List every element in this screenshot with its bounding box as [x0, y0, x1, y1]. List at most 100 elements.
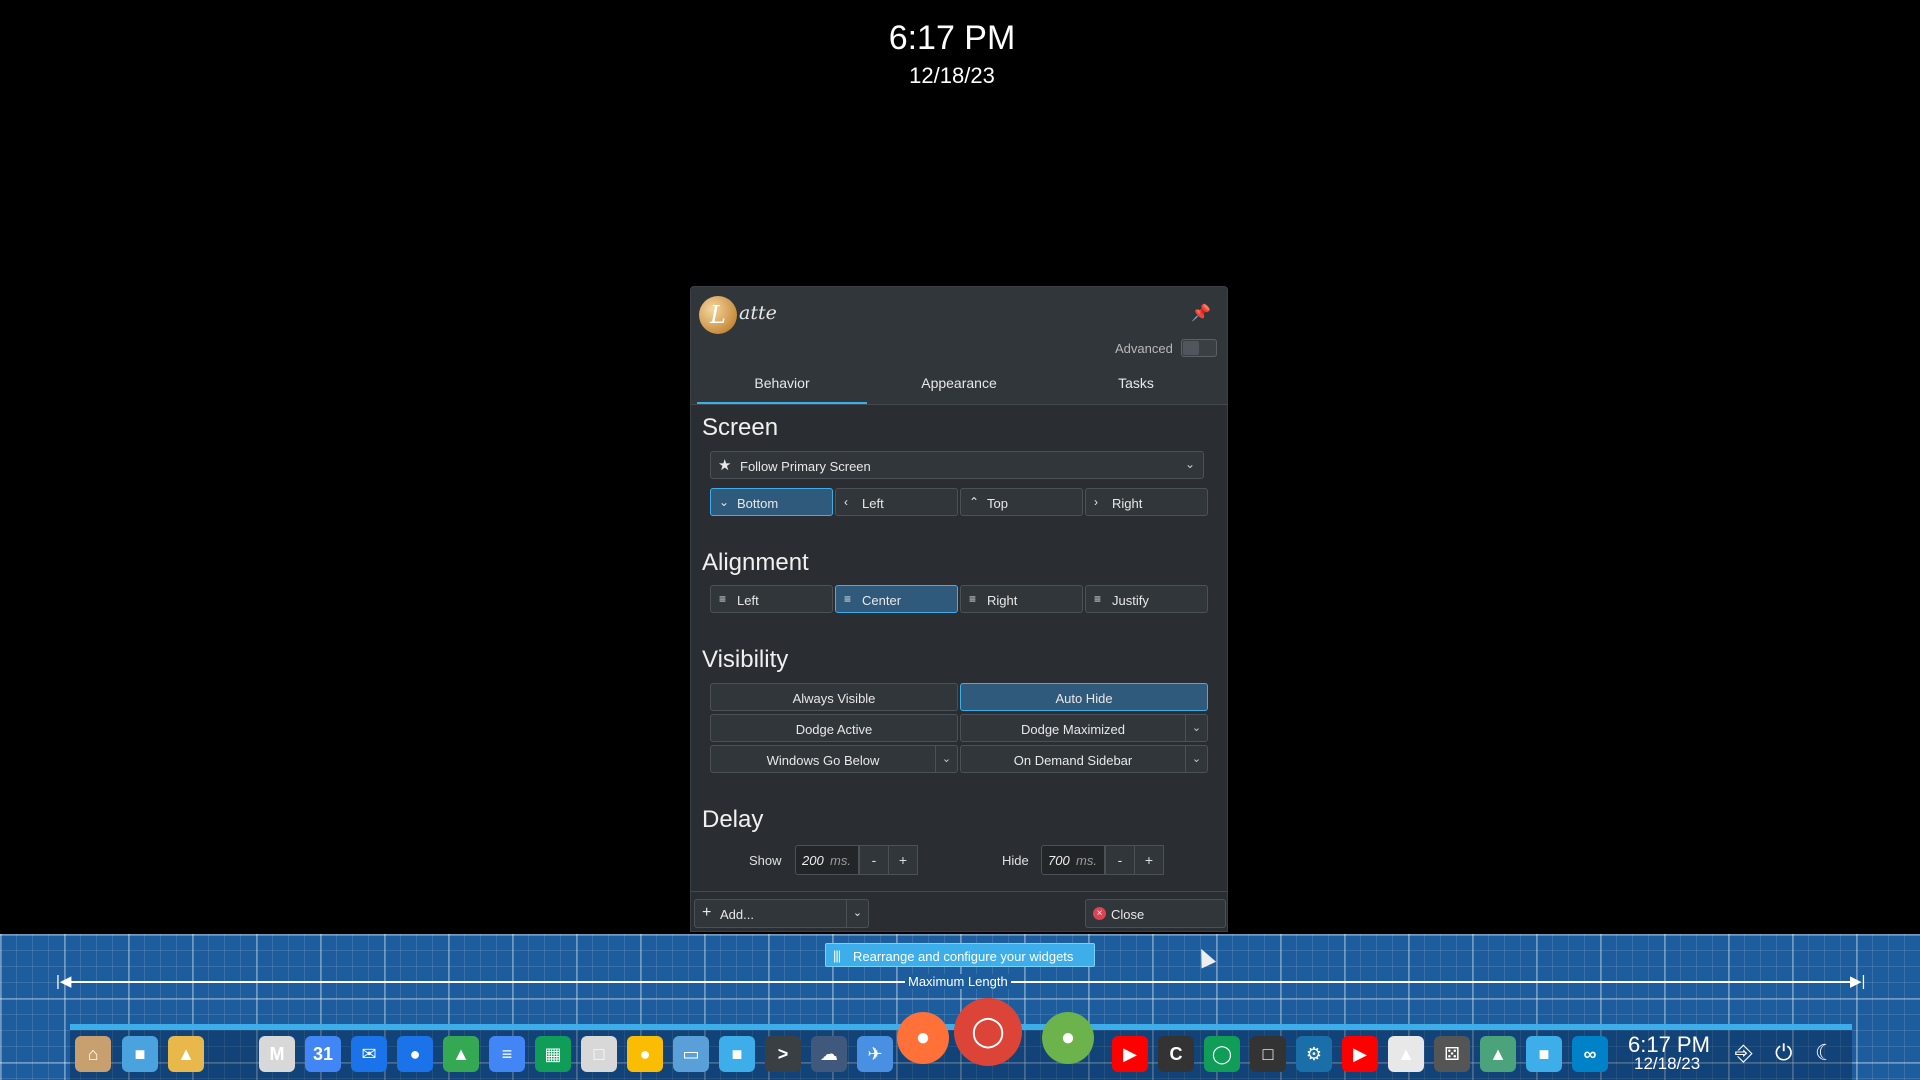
align-justify-button[interactable]: ≡ Justify: [1085, 585, 1208, 613]
messages-icon[interactable]: ✉: [351, 1036, 387, 1072]
rearrange-widgets-button[interactable]: ||| Rearrange and configure your widgets: [825, 943, 1095, 967]
keep-notes-icon[interactable]: ●: [627, 1036, 663, 1072]
terminal-icon[interactable]: >: [765, 1036, 801, 1072]
folder-icon[interactable]: ■: [719, 1036, 755, 1072]
cloud-icon[interactable]: ☁: [811, 1036, 847, 1072]
star-icon: ★: [718, 457, 732, 474]
hide-delay-decrement-button[interactable]: -: [1105, 845, 1135, 875]
dodge-maximized-button[interactable]: Dodge Maximized ⌄: [960, 714, 1208, 742]
align-center-icon: ≡: [844, 592, 852, 606]
align-center-button[interactable]: ≡ Center: [835, 585, 958, 613]
tab-tasks[interactable]: Tasks: [1051, 375, 1221, 405]
nextcloud-icon[interactable]: ∞: [1572, 1036, 1608, 1072]
windows-go-below-label: Windows Go Below: [766, 753, 880, 768]
system-monitor-icon[interactable]: ▲: [1480, 1036, 1516, 1072]
dodge-active-button[interactable]: Dodge Active: [710, 714, 958, 742]
always-visible-button[interactable]: Always Visible: [710, 683, 958, 711]
close-button[interactable]: × Close: [1085, 899, 1226, 928]
edge-right-label: Right: [1112, 496, 1143, 511]
desktop-clock-time: 6:17 PM: [888, 19, 1016, 57]
max-length-right-handle-icon[interactable]: ▶|: [1850, 972, 1865, 990]
desktop-clock-date: 12/18/23: [909, 63, 995, 88]
chrome-alt-icon[interactable]: ◯: [1204, 1036, 1240, 1072]
chevron-up-icon: ⌃: [969, 495, 980, 509]
close-icon: ×: [1093, 907, 1106, 920]
plane-icon[interactable]: ✈: [857, 1036, 893, 1072]
chrome-icon[interactable]: ◯: [954, 998, 1022, 1066]
hide-delay-input[interactable]: 700 ms.: [1041, 845, 1105, 875]
chevron-down-icon[interactable]: ⌄: [1185, 746, 1207, 772]
lock-icon[interactable]: ⎆: [1735, 1040, 1753, 1066]
firefox-icon[interactable]: ●: [897, 1012, 949, 1064]
show-delay-input[interactable]: 200 ms.: [795, 845, 859, 875]
keep-icon[interactable]: ▲: [168, 1036, 204, 1072]
chevron-down-icon: ⌄: [1184, 457, 1195, 471]
align-center-label: Center: [862, 593, 902, 608]
youtube-icon[interactable]: ▶: [1112, 1036, 1148, 1072]
chevron-down-icon[interactable]: ⌄: [1185, 715, 1207, 741]
align-right-button[interactable]: ≡ Right: [960, 585, 1083, 613]
chevron-down-icon: ⌄: [719, 495, 730, 509]
latte-logo-icon: L: [699, 296, 737, 334]
show-delay-value: 200: [802, 853, 824, 868]
advanced-toggle[interactable]: [1181, 339, 1217, 357]
windows-go-below-button[interactable]: Windows Go Below ⌄: [710, 745, 958, 773]
dice-icon[interactable]: ⚄: [1434, 1036, 1470, 1072]
arch-icon[interactable]: ▲: [1388, 1036, 1424, 1072]
show-delay-decrement-button[interactable]: -: [859, 845, 889, 875]
align-justify-icon: ≡: [1094, 592, 1102, 606]
tray-clock-date[interactable]: 12/18/23: [1634, 1054, 1700, 1074]
edge-top-button[interactable]: ⌃ Top: [960, 488, 1083, 516]
visibility-section-title: Visibility: [702, 646, 789, 673]
rearrange-label: Rearrange and configure your widgets: [853, 949, 1074, 964]
on-demand-sidebar-label: On Demand Sidebar: [1013, 753, 1133, 768]
auto-hide-button[interactable]: Auto Hide: [960, 683, 1208, 711]
add-button[interactable]: + Add... ⌄: [694, 899, 869, 928]
docs-icon[interactable]: ≡: [489, 1036, 525, 1072]
christian-pc-icon[interactable]: C: [1158, 1036, 1194, 1072]
folder-alt-icon[interactable]: ■: [1526, 1036, 1562, 1072]
steam-icon[interactable]: ⚙: [1296, 1036, 1332, 1072]
latte-settings-window: L atte 📌 Advanced Behavior Appearance Ta…: [690, 286, 1228, 932]
gmail-icon[interactable]: M: [259, 1036, 295, 1072]
tab-behavior[interactable]: Behavior: [697, 375, 867, 405]
edge-top-label: Top: [987, 496, 1008, 511]
hide-delay-label: Hide: [1002, 853, 1029, 868]
on-demand-sidebar-button[interactable]: On Demand Sidebar ⌄: [960, 745, 1208, 773]
contacts-icon[interactable]: ●: [397, 1036, 433, 1072]
text-editor-icon[interactable]: □: [581, 1036, 617, 1072]
notes-icon[interactable]: □: [1250, 1036, 1286, 1072]
pin-icon[interactable]: 📌: [1191, 303, 1211, 323]
hide-delay-increment-button[interactable]: +: [1134, 845, 1164, 875]
drive-icon[interactable]: ▲: [443, 1036, 479, 1072]
files-icon[interactable]: ■: [122, 1036, 158, 1072]
columns-icon: |||: [833, 948, 841, 963]
align-right-label: Right: [987, 593, 1018, 608]
show-delay-increment-button[interactable]: +: [888, 845, 918, 875]
chevron-down-icon[interactable]: ⌄: [846, 900, 868, 927]
show-delay-label: Show: [749, 853, 782, 868]
tab-appearance[interactable]: Appearance: [874, 375, 1044, 405]
edge-left-button[interactable]: ‹ Left: [835, 488, 958, 516]
align-left-button[interactable]: ≡ Left: [710, 585, 833, 613]
keepassxc-icon[interactable]: ●: [1042, 1012, 1094, 1064]
sheets-icon[interactable]: ▦: [535, 1036, 571, 1072]
window-icon[interactable]: ▭: [673, 1036, 709, 1072]
home-icon[interactable]: ⌂: [75, 1036, 111, 1072]
edge-right-button[interactable]: › Right: [1085, 488, 1208, 516]
night-mode-icon[interactable]: ☾: [1815, 1040, 1835, 1066]
screen-combobox[interactable]: ★ Follow Primary Screen ⌄: [710, 451, 1204, 479]
add-label: Add...: [720, 907, 754, 922]
latte-logo-text: atte: [739, 302, 777, 324]
dodge-maximized-label: Dodge Maximized: [1020, 722, 1126, 737]
calendar-icon[interactable]: 31: [305, 1036, 341, 1072]
chevron-right-icon: ›: [1094, 495, 1098, 509]
close-label: Close: [1111, 907, 1145, 922]
power-icon[interactable]: ⏻: [1775, 1040, 1792, 1066]
plus-icon: +: [702, 904, 712, 921]
edge-bottom-button[interactable]: ⌄ Bottom: [710, 488, 833, 516]
desktop: 6:17 PM 12/18/23 L atte 📌 Advanced Behav…: [0, 0, 1920, 1080]
youtube-music-icon[interactable]: ▶: [1342, 1036, 1378, 1072]
chevron-down-icon[interactable]: ⌄: [935, 746, 957, 772]
hide-delay-unit: ms.: [1076, 853, 1097, 868]
